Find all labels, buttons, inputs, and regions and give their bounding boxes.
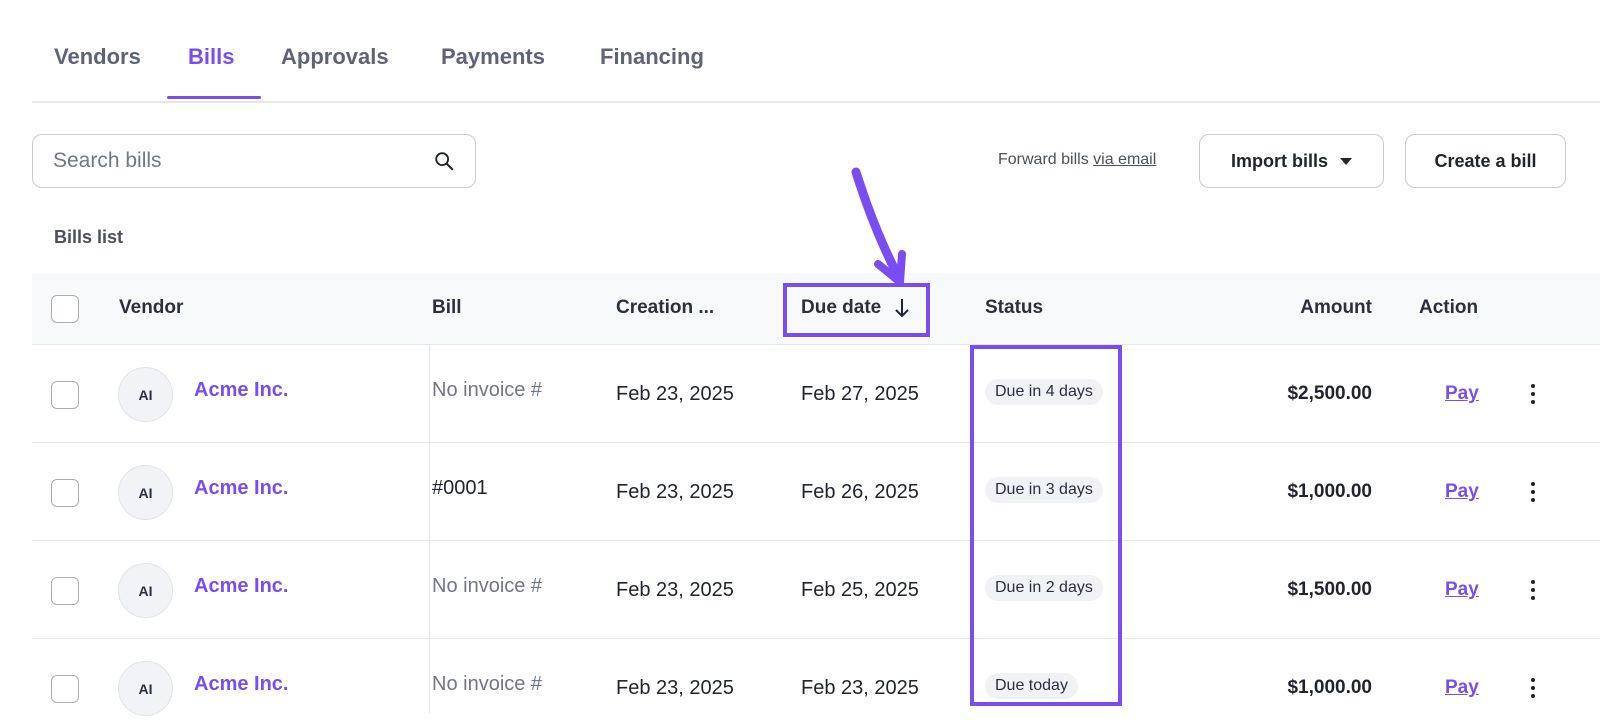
- bill-number: #0001: [432, 477, 488, 499]
- row-checkbox[interactable]: [51, 675, 79, 703]
- vendor-link[interactable]: Acme Inc.: [194, 379, 288, 402]
- tab-bills[interactable]: Bills: [188, 44, 234, 70]
- column-creation-date[interactable]: Creation ...: [616, 297, 714, 319]
- tab-financing[interactable]: Financing: [600, 44, 704, 70]
- create-bill-button[interactable]: Create a bill: [1405, 134, 1566, 188]
- pay-link[interactable]: Pay: [1445, 481, 1479, 503]
- vendor-link[interactable]: Acme Inc.: [194, 673, 288, 696]
- amount: $1,000.00: [1287, 677, 1372, 698]
- row-checkbox[interactable]: [51, 381, 79, 409]
- column-vendor[interactable]: Vendor: [119, 297, 183, 319]
- via-email-link[interactable]: via email: [1093, 151, 1156, 168]
- avatar: AI: [118, 465, 173, 520]
- table-row[interactable]: AI Acme Inc. No invoice # Feb 23, 2025 F…: [32, 345, 1600, 443]
- table-header: Vendor Bill Creation ... Due date Status…: [32, 273, 1600, 345]
- creation-date: Feb 23, 2025: [616, 383, 734, 405]
- bill-number: No invoice #: [432, 673, 543, 695]
- bills-table: Vendor Bill Creation ... Due date Status…: [32, 273, 1600, 720]
- table-row[interactable]: AI Acme Inc. No invoice # Feb 23, 2025 F…: [32, 541, 1600, 639]
- select-all-checkbox[interactable]: [51, 295, 79, 323]
- row-checkbox[interactable]: [51, 479, 79, 507]
- due-date: Feb 25, 2025: [801, 579, 919, 601]
- vendor-link[interactable]: Acme Inc.: [194, 575, 288, 598]
- column-action: Action: [1419, 297, 1479, 318]
- due-date: Feb 27, 2025: [801, 383, 919, 405]
- avatar: AI: [118, 563, 173, 618]
- import-bills-button[interactable]: Import bills: [1199, 134, 1384, 188]
- status-badge: Due in 3 days: [985, 477, 1103, 503]
- row-checkbox[interactable]: [51, 577, 79, 605]
- amount: $1,000.00: [1287, 481, 1372, 502]
- table-row[interactable]: AI Acme Inc. #0001 Feb 23, 2025 Feb 26, …: [32, 443, 1600, 541]
- amount: $1,500.00: [1287, 579, 1372, 600]
- tab-bar: Vendors Bills Approvals Payments Financi…: [32, 0, 1600, 103]
- tab-vendors[interactable]: Vendors: [54, 44, 141, 70]
- column-amount[interactable]: Amount: [1300, 297, 1372, 319]
- creation-date: Feb 23, 2025: [616, 481, 734, 503]
- pay-link[interactable]: Pay: [1445, 383, 1479, 405]
- bill-number: No invoice #: [432, 575, 543, 597]
- more-options-icon[interactable]: [1523, 675, 1543, 701]
- search-input[interactable]: [53, 149, 433, 173]
- bills-list-title: Bills list: [54, 227, 124, 247]
- more-options-icon[interactable]: [1523, 479, 1543, 505]
- search-box: [32, 134, 476, 188]
- active-tab-indicator: [167, 96, 261, 99]
- more-options-icon[interactable]: [1523, 381, 1543, 407]
- creation-date: Feb 23, 2025: [616, 677, 734, 699]
- column-due-date[interactable]: Due date: [801, 297, 911, 319]
- status-badge: Due in 2 days: [985, 575, 1103, 601]
- avatar: AI: [118, 367, 173, 422]
- search-icon[interactable]: [433, 150, 455, 172]
- annotation-arrow-icon: [851, 167, 906, 286]
- column-status[interactable]: Status: [985, 297, 1043, 319]
- tab-approvals[interactable]: Approvals: [281, 44, 389, 70]
- avatar: AI: [118, 661, 173, 716]
- status-badge: Due in 4 days: [985, 379, 1103, 405]
- pay-link[interactable]: Pay: [1445, 579, 1479, 601]
- vendor-link[interactable]: Acme Inc.: [194, 477, 288, 500]
- caret-down-icon: [1340, 157, 1352, 165]
- column-bill[interactable]: Bill: [432, 297, 462, 319]
- due-date: Feb 23, 2025: [801, 677, 919, 699]
- table-row[interactable]: AI Acme Inc. No invoice # Feb 23, 2025 F…: [32, 639, 1600, 720]
- arrow-down-icon: [895, 299, 909, 318]
- bill-number: No invoice #: [432, 379, 543, 401]
- pay-link[interactable]: Pay: [1445, 677, 1479, 699]
- status-badge: Due today: [985, 673, 1078, 699]
- more-options-icon[interactable]: [1523, 577, 1543, 603]
- creation-date: Feb 23, 2025: [616, 579, 734, 601]
- forward-bills-text: Forward bills via email: [998, 151, 1157, 168]
- amount: $2,500.00: [1287, 383, 1372, 404]
- due-date: Feb 26, 2025: [801, 481, 919, 503]
- tab-payments[interactable]: Payments: [441, 44, 545, 70]
